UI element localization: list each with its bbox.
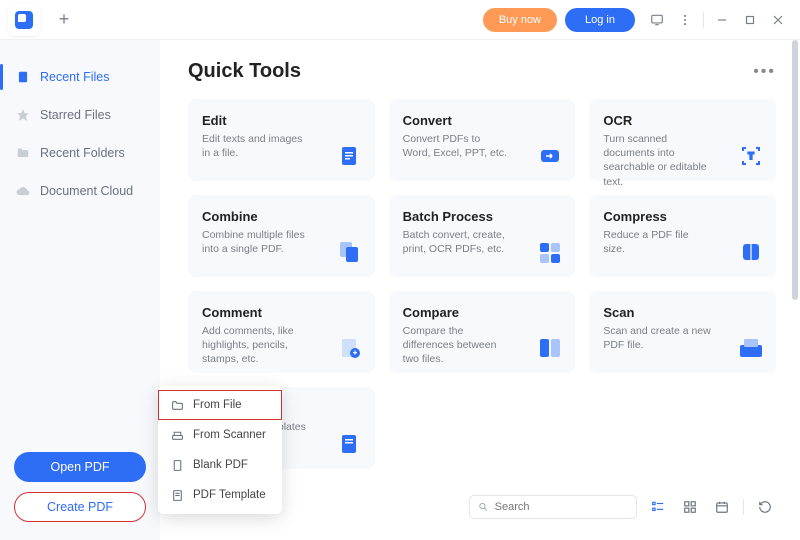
scanner-icon xyxy=(170,428,184,442)
template-icon xyxy=(170,488,184,502)
card-title: OCR xyxy=(603,113,762,128)
tool-card-batch-process[interactable]: Batch Process Batch convert, create, prin… xyxy=(389,195,576,277)
tool-card-ocr[interactable]: OCRTurn scanned documents into searchabl… xyxy=(589,99,776,181)
close-button[interactable] xyxy=(764,6,792,34)
buy-now-button[interactable]: Buy now xyxy=(483,8,557,32)
maximize-button[interactable] xyxy=(736,6,764,34)
page-title: Quick Tools xyxy=(188,60,301,83)
card-description: Batch convert, create, print, OCR PDFs, … xyxy=(403,228,511,256)
tool-card-scan[interactable]: Scan Scan and create a new PDF file. xyxy=(589,291,776,373)
card-description: Combine multiple files into a single PDF… xyxy=(202,228,310,256)
login-button[interactable]: Log in xyxy=(565,8,635,32)
cloud-icon xyxy=(16,184,30,198)
menu-item-blank-pdf[interactable]: Blank PDF xyxy=(158,450,282,480)
ocr-icon: T xyxy=(738,143,764,169)
tool-card-comment[interactable]: Comment Add comments, like highlights, pe… xyxy=(188,291,375,373)
card-title: Compare xyxy=(403,305,562,320)
sidebar-item-document-cloud[interactable]: Document Cloud xyxy=(0,172,160,210)
star-icon xyxy=(16,108,30,122)
sidebar-item-recent-folders[interactable]: Recent Folders xyxy=(0,134,160,172)
card-title: Comment xyxy=(202,305,361,320)
menu-item-label: From File xyxy=(193,399,242,411)
card-title: Combine xyxy=(202,209,361,224)
sidebar: Recent Files Starred Files Recent Folders D… xyxy=(0,40,160,540)
create-pdf-button[interactable]: Create PDF xyxy=(14,492,146,522)
scrollbar[interactable] xyxy=(792,40,798,536)
tool-card-edit[interactable]: Edit Edit texts and images in a file. xyxy=(188,99,375,181)
card-description: Add comments, like highlights, pencils, … xyxy=(202,324,310,367)
tool-card-compress[interactable]: Compress Reduce a PDF file size. xyxy=(589,195,776,277)
scan-icon xyxy=(738,335,764,361)
sidebar-item-label: Recent Folders xyxy=(40,146,125,160)
card-title: Batch Process xyxy=(403,209,562,224)
sidebar-item-label: Recent Files xyxy=(40,70,109,84)
card-title: Edit xyxy=(202,113,361,128)
menu-item-label: From Scanner xyxy=(193,429,266,441)
card-description: Compare the differences between two file… xyxy=(403,324,511,367)
menu-item-label: Blank PDF xyxy=(193,459,248,471)
feedback-icon[interactable] xyxy=(645,8,669,32)
compare-icon xyxy=(537,335,563,361)
kebab-menu-icon[interactable] xyxy=(673,8,697,32)
compress-icon xyxy=(738,239,764,265)
template-icon xyxy=(337,431,363,457)
grid-view-icon[interactable] xyxy=(679,496,701,518)
card-description: Reduce a PDF file size. xyxy=(603,228,711,256)
calendar-icon[interactable] xyxy=(711,496,733,518)
card-title: Compress xyxy=(603,209,762,224)
sidebar-item-recent-files[interactable]: Recent Files xyxy=(0,58,160,96)
combine-icon xyxy=(337,239,363,265)
search-icon xyxy=(478,501,489,513)
card-description: Turn scanned documents into searchable o… xyxy=(603,132,711,189)
open-pdf-button[interactable]: Open PDF xyxy=(14,452,146,482)
sidebar-item-starred-files[interactable]: Starred Files xyxy=(0,96,160,134)
card-description: Scan and create a new PDF file. xyxy=(603,324,711,352)
sidebar-item-label: Starred Files xyxy=(40,108,111,122)
create-pdf-menu: From File From Scanner Blank PDF PDF Templa… xyxy=(158,386,282,514)
file-icon xyxy=(16,70,30,84)
folder-icon xyxy=(16,146,30,160)
sidebar-item-label: Document Cloud xyxy=(40,184,133,198)
card-description: Convert PDFs to Word, Excel, PPT, etc. xyxy=(403,132,511,160)
more-menu-icon[interactable]: ••• xyxy=(753,63,776,81)
menu-item-pdf-template[interactable]: PDF Template xyxy=(158,480,282,510)
card-title: Scan xyxy=(603,305,762,320)
search-input[interactable] xyxy=(495,501,628,513)
menu-item-from-scanner[interactable]: From Scanner xyxy=(158,420,282,450)
scrollbar-thumb[interactable] xyxy=(792,40,798,300)
comment-icon xyxy=(337,335,363,361)
search-box[interactable] xyxy=(469,495,637,519)
menu-item-from-file[interactable]: From File xyxy=(158,390,282,420)
titlebar: + Buy now Log in xyxy=(0,0,800,40)
svg-text:T: T xyxy=(748,151,754,161)
edit-icon xyxy=(337,143,363,169)
new-tab-button[interactable]: + xyxy=(50,6,78,34)
menu-item-label: PDF Template xyxy=(193,489,266,501)
convert-icon xyxy=(537,143,563,169)
folder-icon xyxy=(170,398,184,412)
card-title: Convert xyxy=(403,113,562,128)
app-logo-icon xyxy=(15,11,33,29)
tool-card-convert[interactable]: Convert Convert PDFs to Word, Excel, PPT,… xyxy=(389,99,576,181)
batch-icon xyxy=(537,239,563,265)
card-description: Edit texts and images in a file. xyxy=(202,132,310,160)
blank-icon xyxy=(170,458,184,472)
app-logo-tab[interactable] xyxy=(8,4,40,36)
tool-card-combine[interactable]: Combine Combine multiple files into a sin… xyxy=(188,195,375,277)
minimize-button[interactable] xyxy=(708,6,736,34)
list-view-icon[interactable] xyxy=(647,496,669,518)
tool-card-compare[interactable]: Compare Compare the differences between t… xyxy=(389,291,576,373)
refresh-icon[interactable] xyxy=(754,496,776,518)
